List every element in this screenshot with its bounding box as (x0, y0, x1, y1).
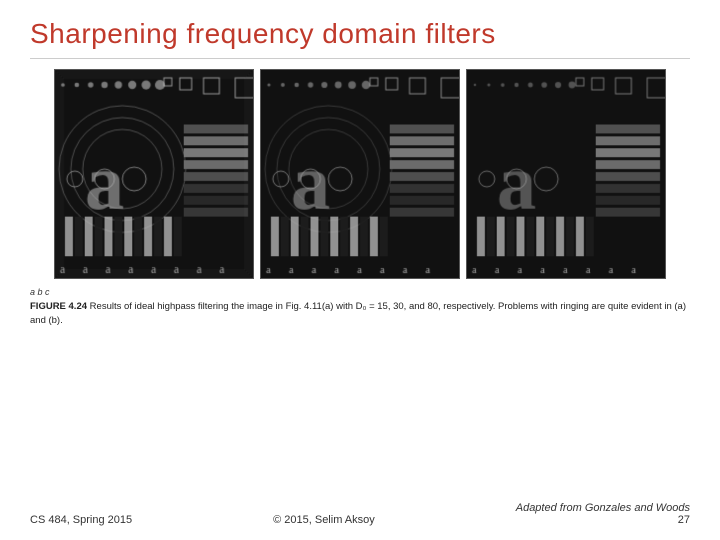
footer-right: Adapted from Gonzales and Woods 27 (516, 502, 690, 526)
title-divider (30, 58, 690, 59)
image-c (466, 69, 666, 279)
footer-adapted: Adapted from Gonzales and Woods (516, 502, 690, 514)
footer-course: CS 484, Spring 2015 (30, 514, 132, 526)
slide-title: Sharpening frequency domain filters (30, 18, 690, 50)
figure-text: Results of ideal highpass filtering the … (30, 301, 686, 326)
figure-number: FIGURE 4.24 (30, 301, 87, 312)
images-row (30, 69, 690, 279)
footer-page: 27 (516, 514, 690, 526)
footer-copyright: © 2015, Selim Aksoy (273, 514, 375, 526)
footer: CS 484, Spring 2015 © 2015, Selim Aksoy … (30, 498, 690, 526)
image-a (54, 69, 254, 279)
figure-caption: FIGURE 4.24 Results of ideal highpass fi… (30, 300, 690, 328)
slide: Sharpening frequency domain filters a b … (0, 0, 720, 540)
image-b (260, 69, 460, 279)
abc-label: a b c (30, 287, 690, 297)
